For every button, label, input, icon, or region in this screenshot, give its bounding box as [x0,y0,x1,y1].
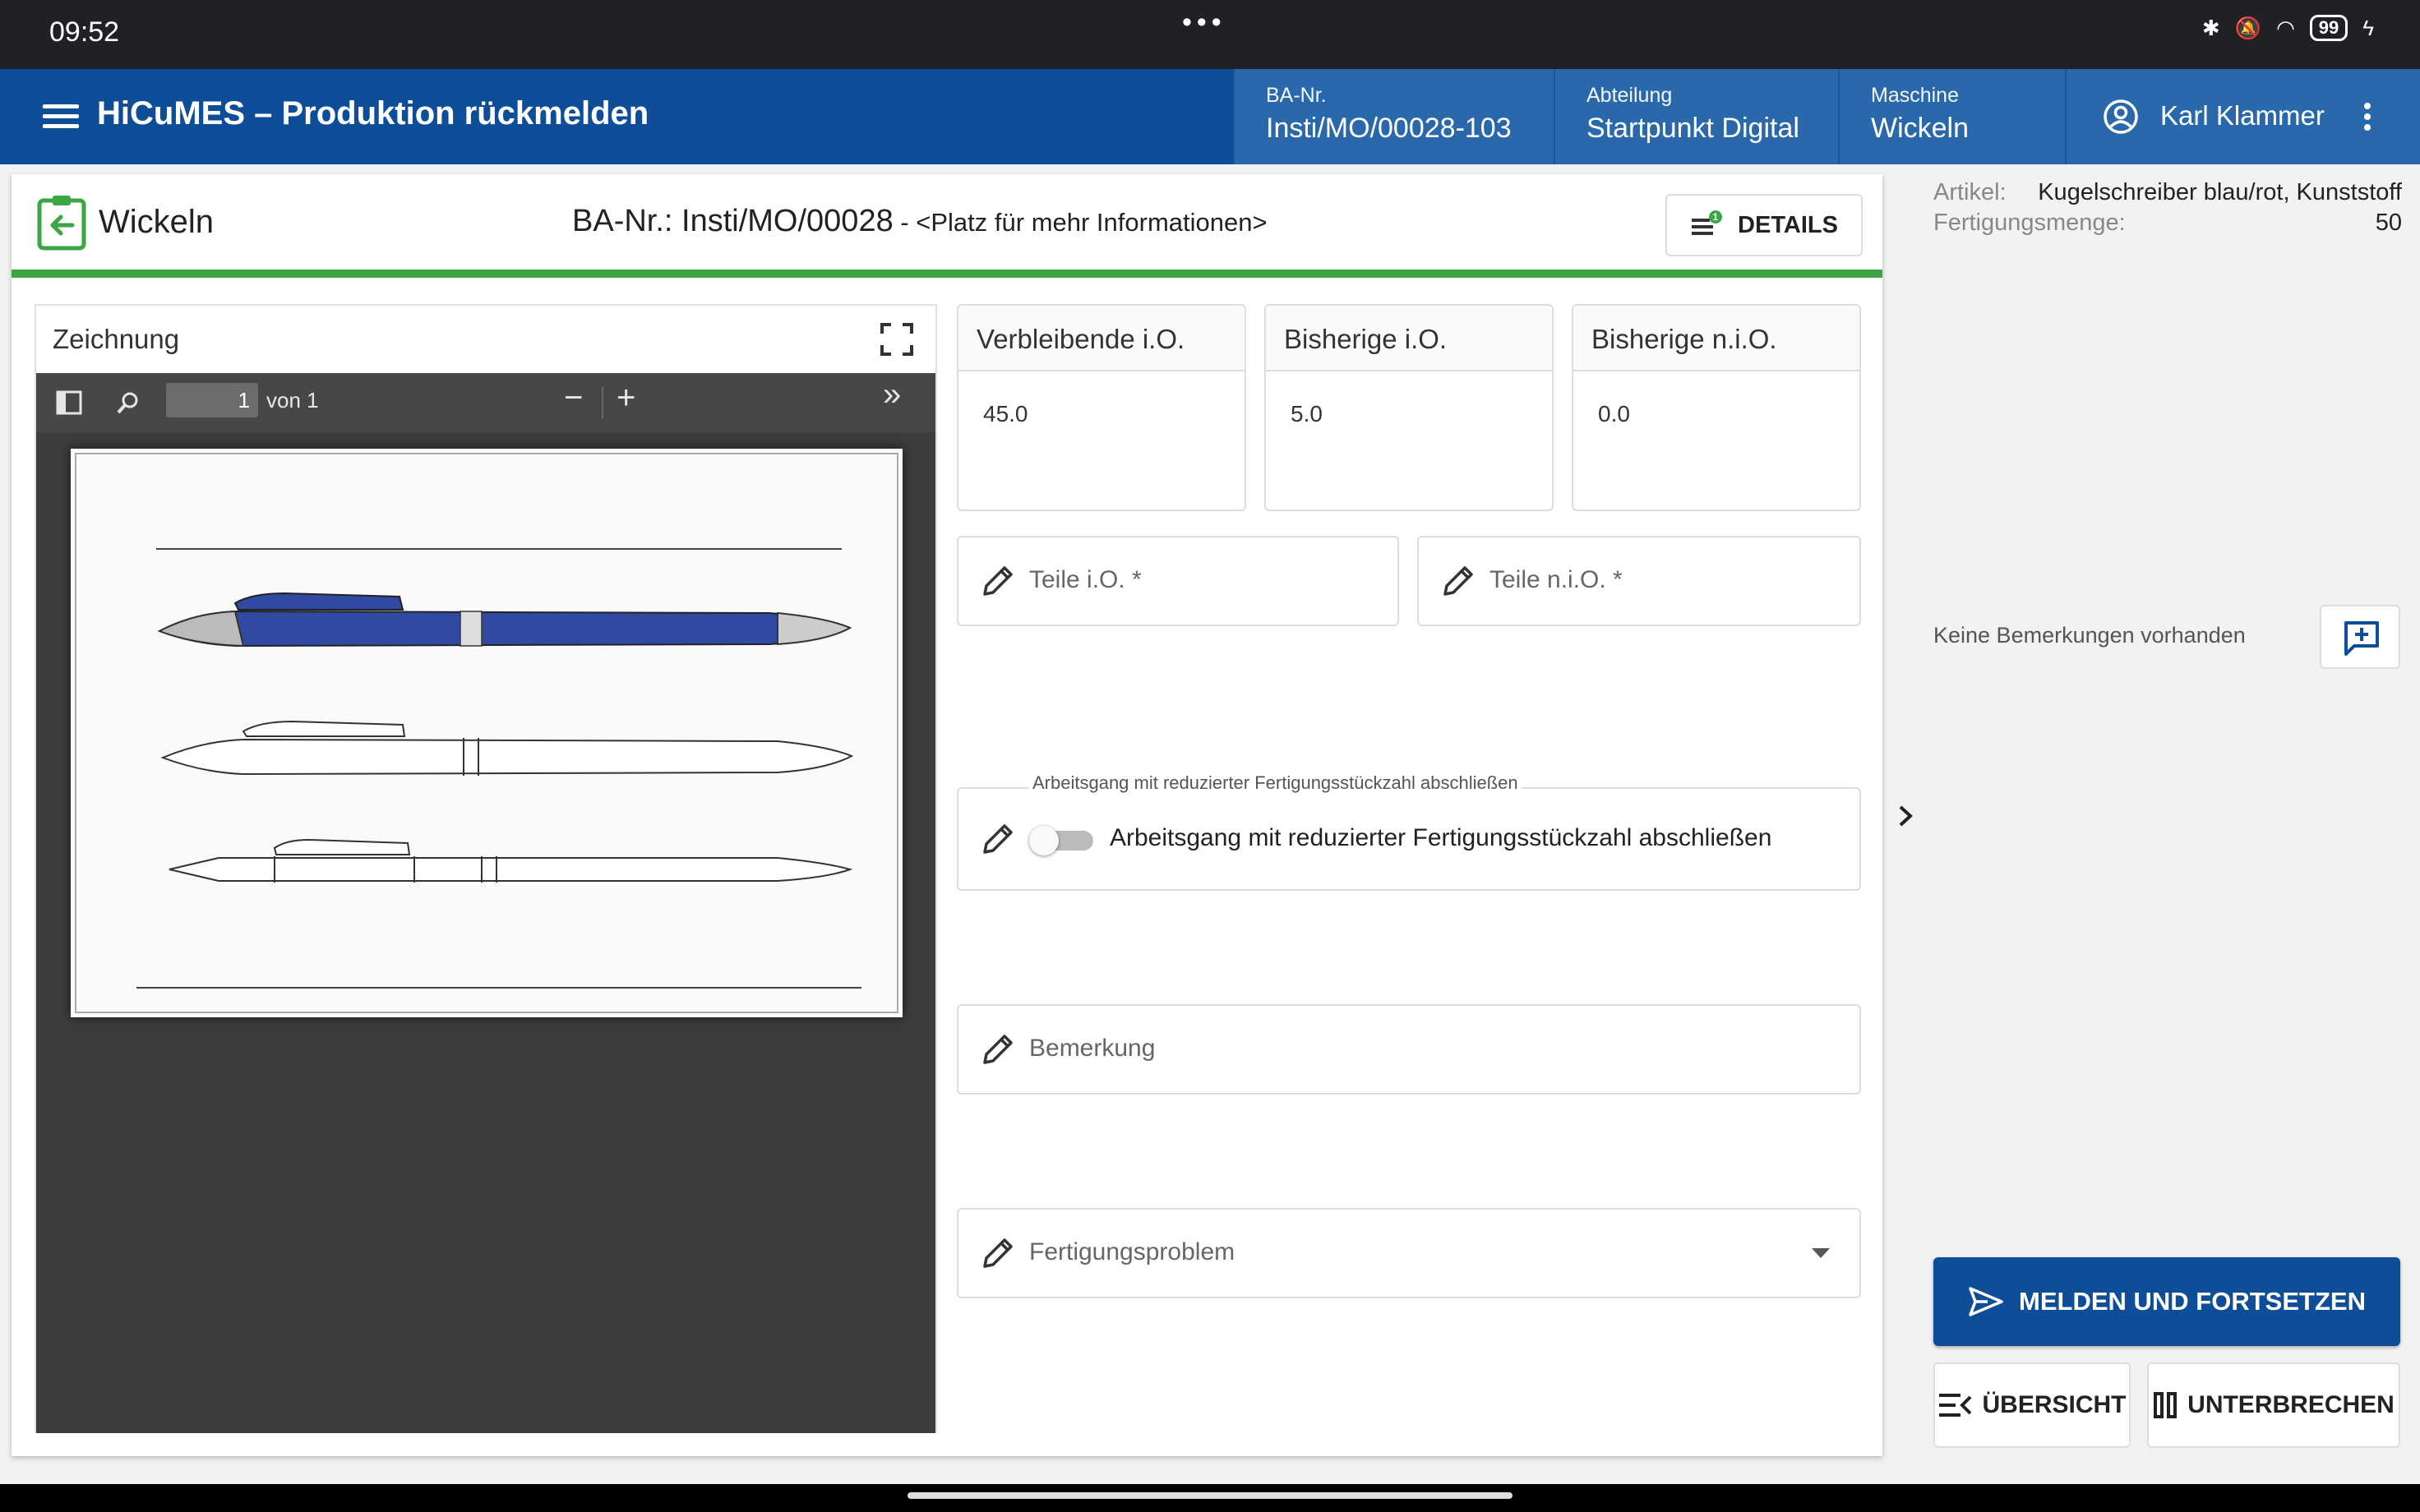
teile-nio-field[interactable]: Teile n.i.O. * [1417,536,1861,626]
ba-number: BA-Nr.: Insti/MO/00028 [572,204,894,238]
bemerkung-field[interactable]: Bemerkung [957,1004,1861,1095]
stat-label: Bisherige i.O. [1266,306,1552,371]
toolbar-divider [602,386,603,419]
report-and-continue-label: MELDEN UND FORTSETZEN [2019,1287,2366,1316]
details-button[interactable]: 1 DETAILS [1665,194,1863,256]
pause-icon [2154,1392,2178,1418]
pencil-icon [983,1238,1013,1268]
stat-bisherige-nio: Bisherige n.i.O. 0.0 [1572,304,1861,511]
mute-icon: 🔕 [2234,15,2262,40]
operation-card: Wickeln BA-Nr.: Insti/MO/00028 - <Platz … [12,174,1882,1456]
chevron-right-icon[interactable] [1896,804,1915,828]
dropdown-arrow-icon [1812,1248,1830,1258]
zoom-out-icon[interactable]: − [564,380,583,417]
fertigungsproblem-select[interactable]: Fertigungsproblem [957,1208,1861,1298]
account-icon [2104,99,2138,134]
menge-value: 50 [2375,210,2402,236]
reduced-quantity-label: Arbeitsgang mit reduzierter Fertigungsst… [1029,772,1522,794]
header-abteilung-cell: Abteilung Startpunkt Digital [1554,69,1838,164]
user-menu[interactable]: Karl Klammer [2065,69,2420,164]
header-ba-cell: BA-Nr. Insti/MO/00028-103 [1233,69,1554,164]
maschine-value: Wickeln [1871,113,1970,144]
interrupt-label: UNTERBRECHEN [2187,1391,2395,1418]
technical-drawing-image [71,449,903,1017]
clock: 09:52 [49,16,120,48]
details-badge: 1 [1713,211,1719,223]
page-number-input[interactable]: 1 [166,383,258,417]
app-header: HiCuMES – Produktion rückmelden BA-Nr. I… [0,69,2420,164]
bemerkung-placeholder: Bemerkung [1029,1035,1156,1062]
teile-nio-placeholder: Teile n.i.O. * [1489,566,1623,593]
menge-label: Fertigungsmenge: [1933,210,2126,236]
pdf-viewer[interactable] [36,432,935,1433]
overview-button[interactable]: ÜBERSICHT [1933,1362,2131,1448]
system-status-bar: 09:52 ••• ✱ 🔕 ◠ 99 ϟ [0,0,2420,69]
card-header: Wickeln BA-Nr.: Insti/MO/00028 - <Platz … [12,174,1882,278]
add-comment-icon [2344,621,2379,656]
more-vert-icon[interactable] [2364,99,2376,135]
zoom-in-icon[interactable]: + [617,380,635,417]
stat-value: 5.0 [1291,401,1323,426]
drawing-title: Zeichnung [53,324,180,354]
wifi-icon: ◠ [2276,15,2295,40]
system-nav-bar [0,1484,2420,1512]
no-remarks-text: Keine Bemerkungen vorhanden [1933,623,2246,648]
maschine-label: Maschine [1871,84,1959,107]
stat-value: 0.0 [1598,401,1630,426]
overview-list-icon [1939,1394,1972,1417]
stat-verbleibende-io: Verbleibende i.O. 45.0 [957,304,1246,511]
home-gesture-bar[interactable] [908,1492,1512,1499]
app-title: HiCuMES – Produktion rückmelden [97,95,649,131]
clipboard-back-icon[interactable] [36,194,87,251]
fertigungsproblem-placeholder: Fertigungsproblem [1029,1238,1235,1265]
page-count: von 1 [266,388,319,413]
tools-expand-icon[interactable]: » [883,376,901,413]
pencil-icon [983,566,1013,596]
artikel-label: Artikel: [1933,179,2007,205]
details-label: DETAILS [1738,211,1838,238]
stat-label: Bisherige n.i.O. [1573,306,1859,371]
abteilung-value: Startpunkt Digital [1586,113,1799,144]
reduced-quantity-text: Arbeitsgang mit reduzierter Fertigungsst… [1110,824,1772,851]
operation-title: Wickeln [99,204,215,240]
pencil-icon [1443,566,1473,596]
overview-label: ÜBERSICHT [1982,1391,2127,1418]
ba-value: Insti/MO/00028-103 [1266,113,1512,144]
header-maschine-cell: Maschine Wickeln [1838,69,2065,164]
menge-row: Fertigungsmenge: 50 [1933,210,2402,237]
search-icon[interactable] [115,390,141,416]
details-list-icon: 1 [1692,210,1723,235]
artikel-value: Kugelschreiber blau/rot, Kunststoff [2038,179,2402,205]
pencil-icon [983,824,1013,854]
charging-icon: ϟ [2362,15,2374,40]
bluetooth-icon: ✱ [2201,15,2220,40]
battery-icon: 99 [2309,15,2348,41]
ba-label: BA-Nr. [1266,84,1327,107]
pencil-icon [983,1035,1013,1064]
reduced-quantity-toggle[interactable] [1029,826,1093,855]
pen-drawing-illustration [75,453,898,1013]
reduced-quantity-field: Arbeitsgang mit reduzierter Fertigungsst… [957,772,1861,891]
interrupt-button[interactable]: UNTERBRECHEN [2147,1362,2400,1448]
user-name: Karl Klammer [2160,100,2325,131]
stat-bisherige-io: Bisherige i.O. 5.0 [1264,304,1554,511]
send-icon [1969,1287,2003,1316]
artikel-row: Artikel: Kugelschreiber blau/rot, Kunsts… [1933,179,2402,206]
sidebar-toggle-icon[interactable] [56,390,82,416]
add-remark-button[interactable] [2320,605,2400,669]
report-and-continue-button[interactable]: MELDEN UND FORTSETZEN [1933,1257,2400,1346]
stat-value: 45.0 [983,401,1028,426]
more-dots-icon[interactable]: ••• [1182,7,1226,39]
pdf-toolbar: 1 von 1 − + » [36,373,935,432]
ba-extra-info: - <Platz für mehr Informationen> [893,208,1268,237]
drawing-panel: Zeichnung 1 von 1 − + » [35,304,937,1433]
hamburger-menu-icon[interactable] [43,99,79,135]
stat-label: Verbleibende i.O. [958,306,1245,371]
teile-io-placeholder: Teile i.O. * [1029,566,1142,593]
ba-heading: BA-Nr.: Insti/MO/00028 - <Platz für mehr… [572,204,1268,239]
teile-io-field[interactable]: Teile i.O. * [957,536,1399,626]
status-icons: ✱ 🔕 ◠ 99 ϟ [2202,15,2374,41]
fullscreen-icon[interactable] [880,322,914,357]
abteilung-label: Abteilung [1586,84,1673,107]
